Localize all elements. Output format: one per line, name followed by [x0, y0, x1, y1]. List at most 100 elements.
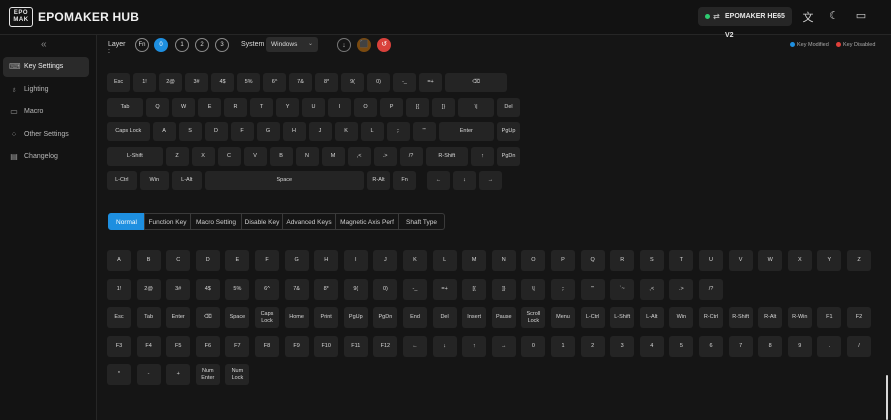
keyboard-key[interactable]: Win — [139, 171, 170, 190]
keyboard-key[interactable]: P — [380, 97, 404, 117]
keyboard-key[interactable]: T — [250, 97, 274, 117]
keyboard-key[interactable]: L-Shift — [107, 146, 163, 166]
keyboard-key[interactable]: R-Alt — [367, 171, 391, 190]
palette-key[interactable]: F6 — [195, 335, 220, 357]
keyboard-key[interactable]: Y — [276, 97, 300, 117]
palette-key[interactable]: B — [136, 250, 161, 271]
palette-key[interactable]: R-Ctrl — [699, 307, 723, 328]
palette-key[interactable]: F7 — [225, 335, 250, 357]
palette-key[interactable]: F12 — [373, 335, 398, 357]
palette-key[interactable]: 1! — [107, 278, 131, 300]
palette-key[interactable]: 1 — [551, 335, 575, 357]
palette-key[interactable]: Del — [432, 307, 457, 328]
keyboard-key[interactable]: M — [321, 146, 345, 166]
tab-shaft-type[interactable]: Shaft Type — [398, 213, 445, 230]
palette-key[interactable]: T — [669, 250, 694, 271]
palette-key[interactable]: F8 — [255, 335, 279, 357]
palette-key[interactable]: 3 — [610, 335, 635, 357]
keyboard-key[interactable]: 1! — [133, 73, 157, 92]
palette-key[interactable]: U — [699, 250, 723, 271]
palette-key[interactable]: \| — [521, 278, 546, 300]
keyboard-key[interactable]: /? — [399, 146, 423, 166]
keyboard-key[interactable]: 2@ — [159, 73, 183, 92]
keyboard-key[interactable]: 4$ — [211, 73, 235, 92]
palette-key[interactable]: M — [462, 250, 487, 271]
palette-key[interactable]: 4 — [639, 335, 664, 357]
keyboard-key[interactable]: Del — [497, 97, 521, 117]
tab-advanced-keys[interactable]: Advanced Keys — [282, 213, 336, 230]
palette-key[interactable]: 2@ — [136, 278, 161, 300]
palette-key[interactable]: 0 — [521, 335, 546, 357]
palette-key[interactable]: R-Alt — [758, 307, 783, 328]
palette-key[interactable]: F — [255, 250, 279, 271]
keyboard-key[interactable]: PgDn — [497, 146, 521, 166]
tab-magnetic-axis-perf[interactable]: Magnetic Axis Perf — [335, 213, 399, 230]
palette-key[interactable]: 4$ — [195, 278, 220, 300]
palette-key[interactable]: 2 — [580, 335, 605, 357]
keyboard-key[interactable]: Tab — [107, 97, 144, 117]
keyboard-key[interactable]: X — [191, 146, 215, 166]
palette-key[interactable]: 9 — [787, 335, 812, 357]
sidebar-item-changelog[interactable]: ▤ Changelog — [3, 147, 89, 167]
palette-key[interactable]: Tab — [136, 307, 161, 328]
keyboard-key[interactable]: ↑ — [471, 146, 495, 166]
keyboard-key[interactable]: -_ — [393, 73, 417, 92]
palette-key[interactable]: X — [787, 250, 812, 271]
keyboard-key[interactable]: J — [308, 122, 332, 141]
system-select[interactable]: Windows ⌄ — [266, 37, 318, 52]
palette-key[interactable]: C — [166, 250, 191, 271]
palette-key[interactable]: ↑ — [462, 335, 487, 357]
translate-icon[interactable]: 文 — [800, 9, 816, 25]
keyboard-key[interactable]: Q — [146, 97, 170, 117]
palette-key[interactable]: L-Ctrl — [580, 307, 605, 328]
palette-key[interactable]: Space — [225, 307, 250, 328]
keyboard-key[interactable]: K — [334, 122, 358, 141]
keyboard-key[interactable]: Enter — [438, 122, 495, 141]
keyboard-key[interactable]: N — [295, 146, 319, 166]
palette-key[interactable]: H — [314, 250, 339, 271]
palette-key[interactable]: F2 — [847, 307, 871, 328]
download-icon[interactable]: ↓ — [337, 38, 351, 52]
palette-key[interactable]: [{ — [462, 278, 487, 300]
keyboard-key[interactable]: ;: — [386, 122, 410, 141]
palette-key[interactable]: Z — [847, 250, 871, 271]
sidebar-item-macro[interactable]: ▭ Macro — [3, 102, 89, 122]
palette-key[interactable]: Scroll Lock — [521, 307, 546, 328]
palette-key[interactable]: ↓ — [432, 335, 457, 357]
palette-key[interactable]: 6^ — [255, 278, 279, 300]
keyboard-key[interactable]: L — [360, 122, 384, 141]
double-chevron-left-icon[interactable]: « — [41, 39, 47, 50]
keyboard-key[interactable]: Caps Lock — [107, 122, 150, 141]
palette-key[interactable]: F11 — [343, 335, 368, 357]
palette-key[interactable]: PgUp — [343, 307, 368, 328]
keyboard-key[interactable]: Fn — [393, 171, 417, 190]
palette-key[interactable]: F1 — [817, 307, 842, 328]
tab-macro-setting[interactable]: Macro Setting — [190, 213, 242, 230]
keyboard-key[interactable]: PgUp — [497, 122, 521, 141]
palette-key[interactable]: Enter — [166, 307, 191, 328]
keyboard-key[interactable]: ← — [427, 171, 451, 190]
keyboard-key[interactable]: \| — [458, 97, 495, 117]
tab-function-key[interactable]: Function Key — [144, 213, 191, 230]
layer-fn-button[interactable]: Fn — [135, 38, 149, 52]
sidebar-item-key-settings[interactable]: ⌨ Key Settings — [3, 57, 89, 77]
palette-key[interactable]: Esc — [107, 307, 131, 328]
palette-key[interactable]: ← — [403, 335, 427, 357]
keyboard-key[interactable]: G — [256, 122, 280, 141]
keyboard-key[interactable]: Esc — [107, 73, 131, 92]
palette-key[interactable]: F9 — [284, 335, 309, 357]
import-icon[interactable]: ⬛ — [357, 38, 371, 52]
palette-key[interactable]: Menu — [551, 307, 575, 328]
palette-key[interactable]: -_ — [403, 278, 427, 300]
palette-key[interactable]: → — [491, 335, 516, 357]
keyboard-key[interactable]: O — [354, 97, 378, 117]
keyboard-key[interactable]: S — [178, 122, 202, 141]
palette-key[interactable]: Win — [669, 307, 694, 328]
palette-key[interactable]: 8* — [314, 278, 339, 300]
palette-key[interactable]: End — [403, 307, 427, 328]
palette-key[interactable]: J — [373, 250, 398, 271]
palette-key[interactable]: / — [847, 335, 871, 357]
palette-key[interactable]: =+ — [432, 278, 457, 300]
keyboard-key[interactable]: R — [224, 97, 248, 117]
keyboard-key[interactable]: ]} — [432, 97, 456, 117]
